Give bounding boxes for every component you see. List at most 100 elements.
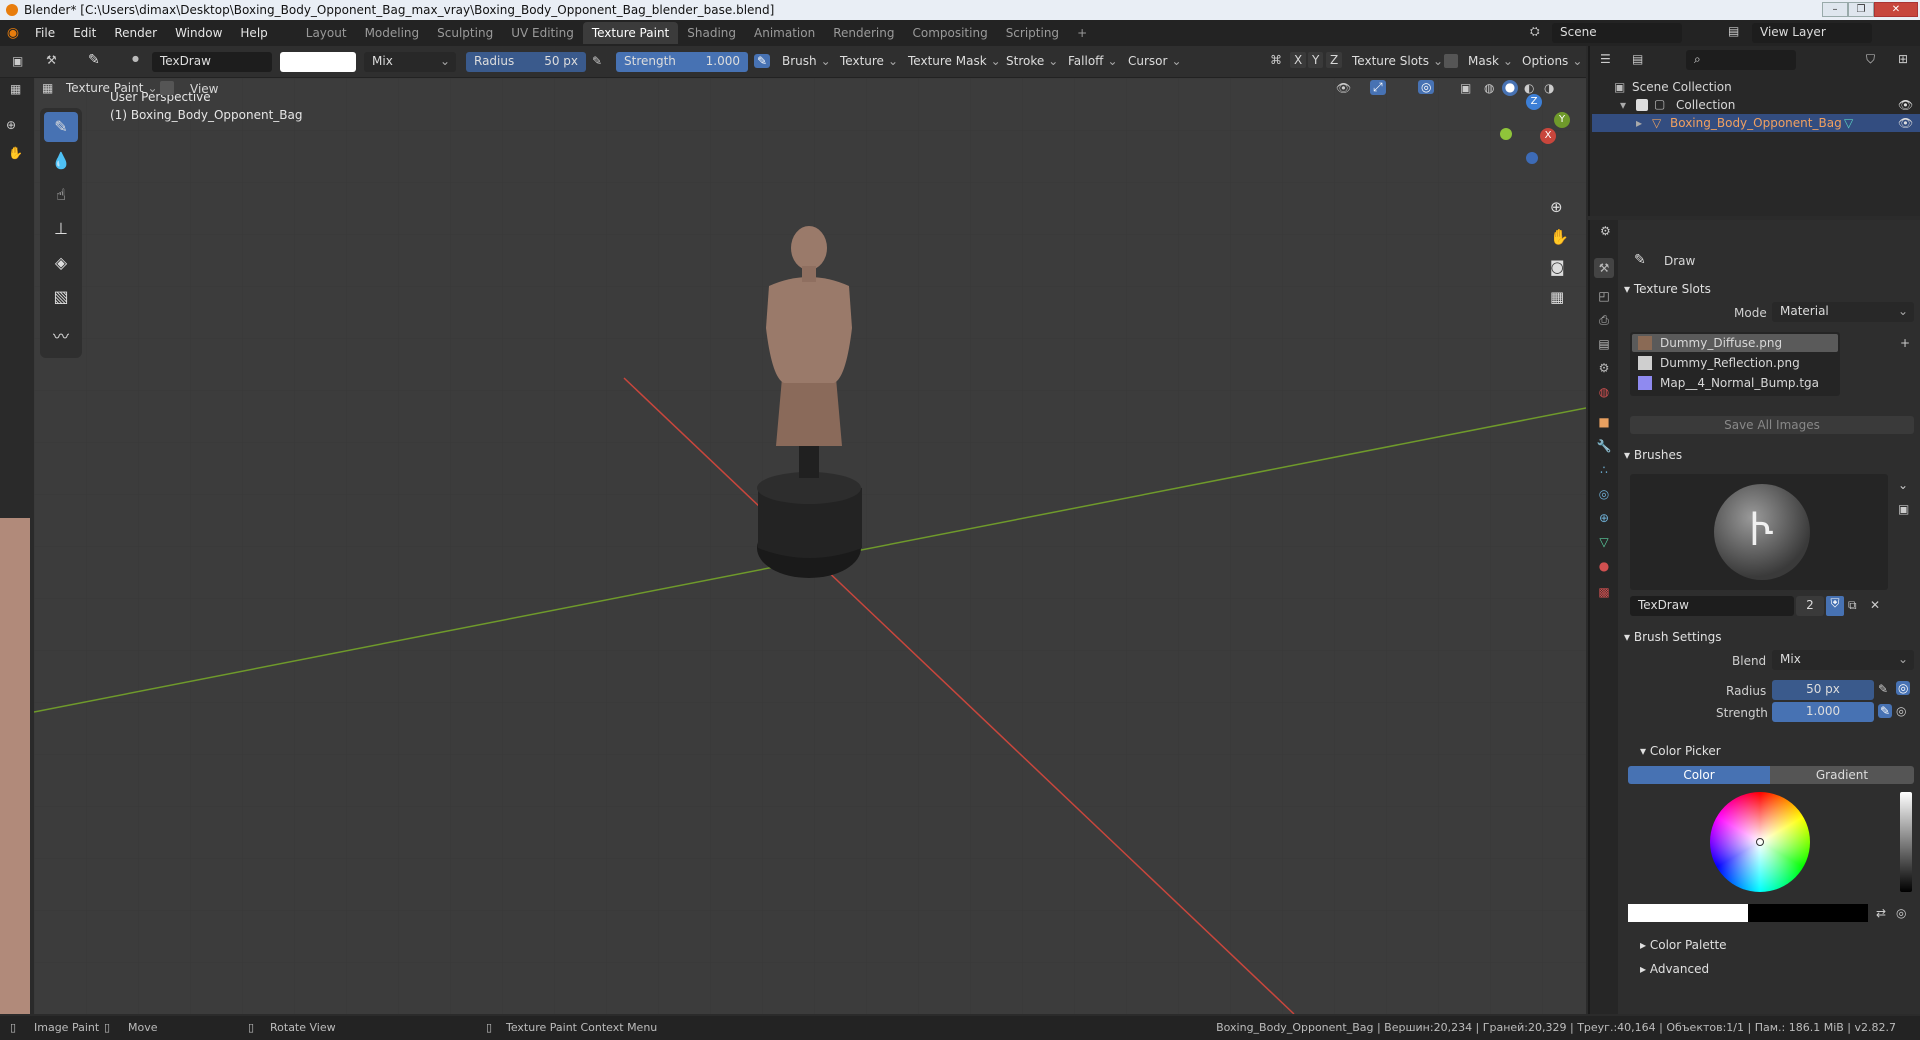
soften-tool-icon[interactable]: 💧 [44, 146, 78, 176]
mirror-z-toggle[interactable]: Z [1326, 52, 1343, 68]
radius-slider[interactable]: Radius 50 px [466, 52, 586, 72]
tab-compositing[interactable]: Compositing [903, 22, 996, 44]
gradient-mode-tab[interactable]: Gradient [1770, 766, 1914, 784]
texture-slots-menu[interactable]: Texture Slots [1346, 52, 1449, 72]
view-layer-selector[interactable]: View Layer [1752, 23, 1872, 43]
brush-list-expand-icon[interactable]: ⌄ [1898, 478, 1908, 492]
zoom-region-icon[interactable]: ⊕ [6, 118, 16, 132]
material-shading-icon[interactable]: ◐ [1524, 81, 1534, 95]
paint-mask-toggle[interactable] [160, 81, 174, 95]
collection-visibility-icon[interactable]: 👁 [1898, 98, 1913, 112]
mirror-y-toggle[interactable]: Y [1308, 52, 1324, 68]
clone-tool-icon[interactable]: ⊥ [44, 214, 78, 244]
texture-slots-header[interactable]: ▾ Texture Slots [1624, 282, 1711, 296]
fake-user-shield-icon[interactable]: ⛨ [1826, 596, 1844, 616]
tab-scripting[interactable]: Scripting [997, 22, 1068, 44]
menu-window[interactable]: Window [166, 26, 231, 40]
view-menu[interactable]: View [190, 82, 218, 96]
outliner-object-label[interactable]: Boxing_Body_Opponent_Bag [1670, 116, 1842, 130]
editor-type-icon[interactable]: ▣ [12, 54, 23, 68]
tool-tab-icon[interactable]: ⚒ [1594, 258, 1614, 278]
brush-image-icon[interactable]: ▣ [1898, 502, 1909, 516]
scene-collection-label[interactable]: Scene Collection [1632, 80, 1732, 94]
mask-menu[interactable]: Mask [1462, 52, 1519, 72]
blend-mode-dropdown[interactable]: Mix ⌄ [1772, 650, 1914, 670]
primary-color-swatch[interactable] [1628, 904, 1748, 922]
color-palette-header[interactable]: ▸ Color Palette [1640, 938, 1727, 952]
add-slot-icon[interactable]: + [1900, 336, 1910, 350]
mask-tool-icon[interactable]: ▧ [44, 282, 78, 312]
tab-shading[interactable]: Shading [678, 22, 745, 44]
ortho-grid-icon[interactable]: ▦ [1550, 288, 1564, 306]
tab-layout[interactable]: Layout [297, 22, 356, 44]
constraints-tab-icon[interactable]: ⊕ [1594, 508, 1614, 528]
rendered-shading-icon[interactable]: ◑ [1544, 81, 1554, 95]
color-wheel-cursor[interactable] [1756, 838, 1764, 846]
render-tab-icon[interactable]: ◰ [1594, 286, 1614, 306]
collection-expand-icon[interactable]: ▾ [1620, 98, 1626, 112]
strength-pressure-toggle-icon[interactable]: ✎ [1878, 704, 1893, 718]
save-all-images-button[interactable]: Save All Images [1630, 416, 1914, 434]
gizmo-neg-z[interactable] [1526, 152, 1538, 164]
minimize-button[interactable]: – [1822, 2, 1848, 17]
mirror-x-toggle[interactable]: X [1290, 52, 1307, 68]
brush-menu[interactable]: Brush [776, 52, 837, 72]
color-picker-header[interactable]: ▾ Color Picker [1640, 744, 1721, 758]
secondary-color-swatch[interactable] [1748, 904, 1868, 922]
annotate-tool-icon[interactable]: 〰 [44, 322, 78, 352]
close-button[interactable]: ✕ [1874, 2, 1918, 17]
wireframe-shading-icon[interactable]: ◍ [1484, 81, 1494, 95]
brush-settings-header[interactable]: ▾ Brush Settings [1624, 630, 1722, 644]
paint-mode-icon[interactable]: ⚒ [46, 53, 57, 67]
properties-editor-icon[interactable]: ⚙ [1600, 224, 1611, 238]
unlink-brush-icon[interactable]: ✕ [1870, 598, 1880, 612]
texture-mode-dropdown[interactable]: Material ⌄ [1772, 302, 1914, 322]
radius-pressure-icon[interactable]: ✎ [592, 54, 602, 68]
object-tab-icon[interactable]: ■ [1594, 412, 1614, 432]
xray-icon[interactable]: ▣ [1460, 81, 1471, 95]
color-mode-tab[interactable]: Color [1628, 766, 1770, 784]
scene-selector[interactable]: Scene [1552, 23, 1682, 43]
brush-icon[interactable]: ✎ [88, 52, 100, 68]
scene-icon[interactable]: ⛭ [1530, 24, 1540, 39]
tab-sculpting[interactable]: Sculpting [428, 22, 502, 44]
texture-slot-2[interactable]: Dummy_Reflection.png [1660, 356, 1800, 370]
pan-hand-icon[interactable]: ✋ [8, 146, 23, 160]
display-mode-icon[interactable]: ▤ [1632, 52, 1643, 66]
blend-dropdown[interactable]: Mix ⌄ [364, 52, 456, 72]
strength-pressure-icon[interactable]: ✎ [754, 54, 771, 68]
tab-modeling[interactable]: Modeling [356, 22, 429, 44]
color-unified-icon[interactable]: ◎ [1896, 906, 1906, 920]
radius-settings-slider[interactable]: 50 px [1772, 680, 1874, 700]
world-tab-icon[interactable]: ◍ [1594, 382, 1614, 402]
mode-selector[interactable]: Texture Paint [60, 79, 164, 99]
gizmo-toggle-icon[interactable]: ⤢ [1370, 80, 1386, 95]
radius-pressure-toggle-icon[interactable]: ✎ [1878, 682, 1888, 696]
new-collection-icon[interactable]: ⊞ [1898, 52, 1908, 66]
object-visibility-icon[interactable]: 👁 [1898, 116, 1913, 130]
selectability-icon[interactable]: 👁 [1336, 81, 1351, 95]
blender-menu-icon[interactable]: ◉ [0, 25, 26, 41]
radius-unified-icon[interactable]: ◎ [1896, 681, 1911, 695]
overlay-toggle-icon[interactable]: ◎ [1418, 80, 1435, 94]
swap-colors-icon[interactable]: ⇄ [1876, 906, 1886, 920]
mesh-data-icon[interactable]: ▽ [1844, 116, 1853, 130]
texture-mask-menu[interactable]: Texture Mask [902, 52, 1007, 72]
navigation-gizmo[interactable]: Z Y X [1496, 94, 1576, 174]
outliner-editor-icon[interactable]: ☰ [1600, 52, 1611, 66]
collection-checkbox[interactable] [1636, 99, 1648, 111]
menu-render[interactable]: Render [105, 26, 166, 40]
brush-name-field[interactable]: TexDraw [152, 52, 272, 72]
physics-tab-icon[interactable]: ◎ [1594, 484, 1614, 504]
maximize-button[interactable]: ❐ [1848, 2, 1874, 17]
add-workspace-button[interactable]: + [1068, 22, 1096, 44]
stroke-menu[interactable]: Stroke [1000, 52, 1064, 72]
data-tab-icon[interactable]: ▽ [1594, 532, 1614, 552]
camera-icon[interactable]: ◙ [1550, 258, 1565, 276]
filter-icon[interactable]: ⛉ [1866, 52, 1875, 67]
brush-preview-box[interactable]: Ⴡ [1630, 474, 1888, 590]
view-layer-tab-icon[interactable]: ▤ [1594, 334, 1614, 354]
symmetry-icon[interactable]: ⌘ [1270, 53, 1282, 67]
falloff-menu[interactable]: Falloff [1062, 52, 1124, 72]
zoom-icon[interactable]: ⊕ [1550, 198, 1563, 216]
